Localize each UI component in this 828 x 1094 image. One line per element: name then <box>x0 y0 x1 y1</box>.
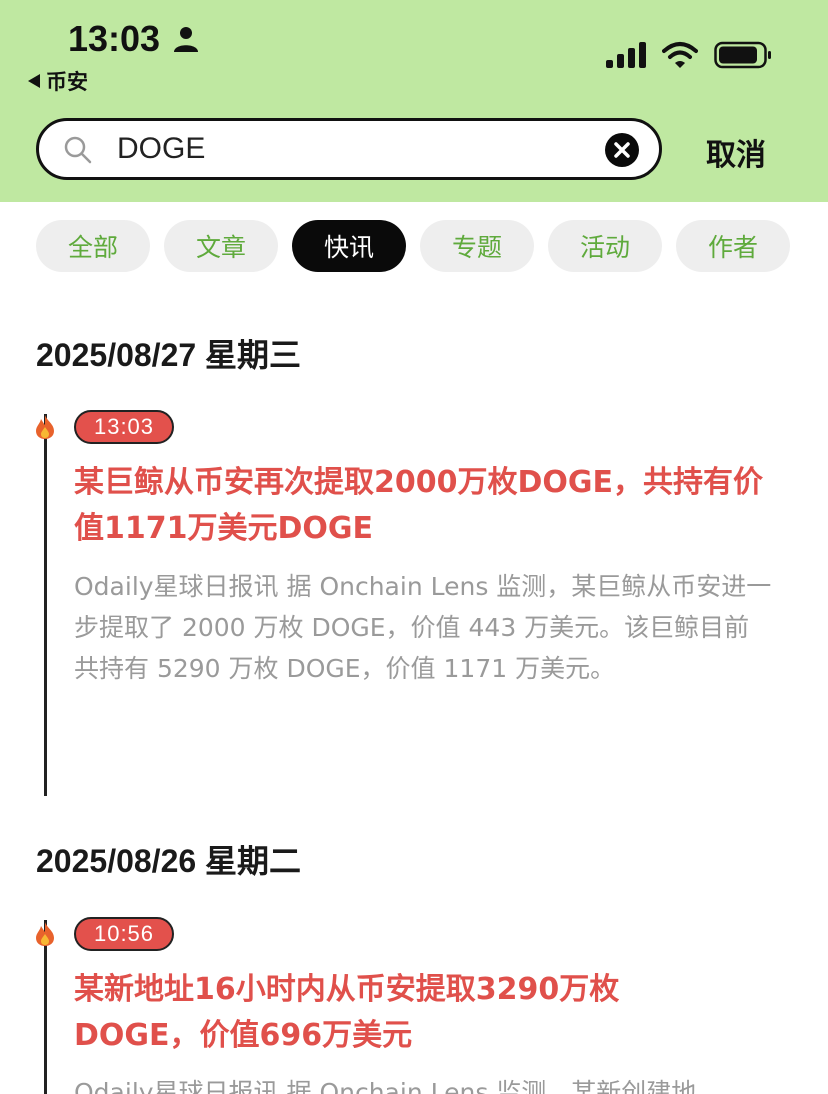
search-icon <box>64 136 92 164</box>
tab-all[interactable]: 全部 <box>36 220 150 272</box>
cancel-button[interactable]: 取消 <box>706 130 766 174</box>
timeline-line <box>44 414 47 796</box>
fire-icon <box>36 415 54 439</box>
top-header: 13:03 币安 取消 <box>0 0 828 202</box>
time-badge: 10:56 <box>74 917 174 951</box>
time-badge: 13:03 <box>74 410 174 444</box>
back-to-app-button[interactable]: 币安 <box>28 66 88 96</box>
date-heading: 2025/08/26 星期二 <box>36 843 302 879</box>
clear-search-icon[interactable] <box>605 133 639 167</box>
date-heading: 2025/08/27 星期三 <box>36 337 302 373</box>
back-triangle-icon <box>28 74 40 88</box>
search-input[interactable] <box>117 127 587 171</box>
wifi-icon <box>662 42 698 68</box>
news-body: Odaily星球日报讯 据 Onchain Lens 监测，某巨鲸从币安进一步提… <box>74 572 772 683</box>
category-tabs: 全部 文章 快讯 专题 活动 作者 <box>36 220 790 272</box>
news-title[interactable]: 某巨鲸从币安再次提取2000万枚DOGE，共持有价值1171万美元DOGE <box>74 460 786 552</box>
news-title[interactable]: 某新地址16小时内从币安提取3290万枚DOGE，价值696万美元 <box>74 967 694 1059</box>
tab-topics[interactable]: 专题 <box>420 220 534 272</box>
status-time: 13:03 <box>68 18 161 59</box>
news-body: Odaily星球日报讯 据 Onchain Lens 监测，某新创建地 <box>74 1078 697 1094</box>
cellular-signal-icon <box>606 42 646 68</box>
tab-events[interactable]: 活动 <box>548 220 662 272</box>
person-icon <box>174 27 198 52</box>
tab-authors[interactable]: 作者 <box>676 220 790 272</box>
back-app-label: 币安 <box>46 70 88 94</box>
search-box[interactable] <box>36 118 662 180</box>
tab-articles[interactable]: 文章 <box>164 220 278 272</box>
tab-flash-news[interactable]: 快讯 <box>292 220 406 272</box>
fire-icon <box>36 922 54 946</box>
battery-icon <box>714 41 771 69</box>
